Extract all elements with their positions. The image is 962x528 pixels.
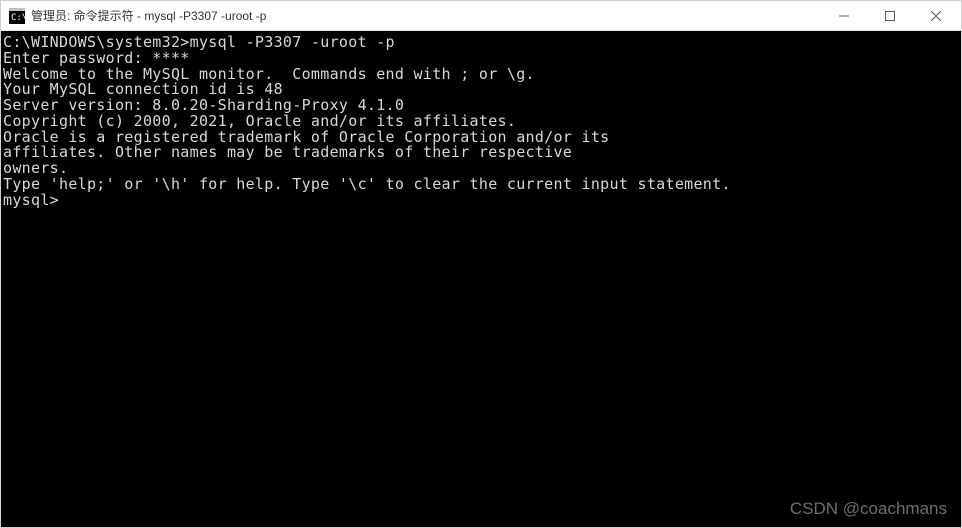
terminal-line: Type 'help;' or '\h' for help. Type '\c'… [3, 177, 959, 193]
terminal-area[interactable]: C:\WINDOWS\system32>mysql -P3307 -uroot … [1, 31, 961, 527]
terminal-prompt: mysql> [3, 193, 959, 209]
cmd-icon: C:\ [9, 8, 25, 24]
window-titlebar: C:\ 管理员: 命令提示符 - mysql -P3307 -uroot -p [1, 1, 961, 31]
watermark-text: CSDN @coachmans [790, 499, 947, 519]
svg-text:C:\: C:\ [11, 13, 25, 23]
minimize-button[interactable] [821, 1, 867, 30]
terminal-output: C:\WINDOWS\system32>mysql -P3307 -uroot … [3, 35, 959, 208]
close-button[interactable] [913, 1, 959, 30]
maximize-button[interactable] [867, 1, 913, 30]
window-title: 管理员: 命令提示符 - mysql -P3307 -uroot -p [31, 7, 821, 24]
terminal-line: affiliates. Other names may be trademark… [3, 145, 959, 161]
window-controls [821, 1, 959, 30]
